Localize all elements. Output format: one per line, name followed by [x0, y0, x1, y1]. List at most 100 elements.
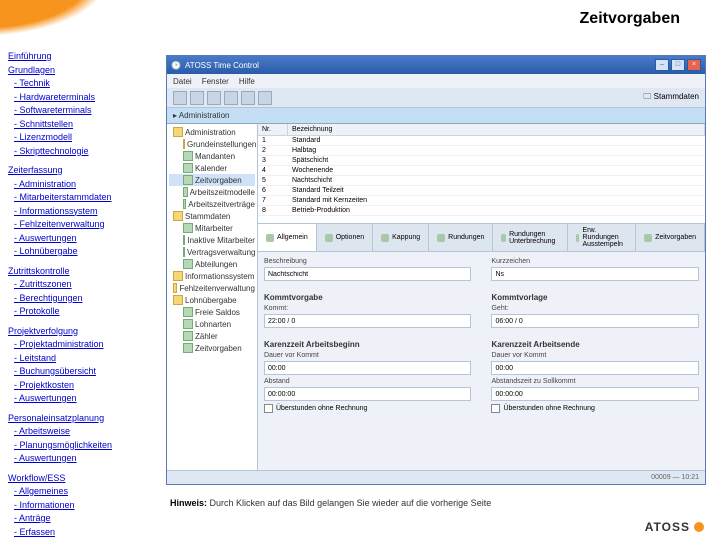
nav-section-head[interactable]: Workflow/ESS: [8, 472, 158, 486]
list-row[interactable]: 5Nachtschicht: [258, 176, 705, 186]
nav-section-head[interactable]: Grundlagen: [8, 64, 158, 78]
nav-section-head[interactable]: Personaleinsatzplanung: [8, 412, 158, 426]
kb-label: Kommt:: [264, 305, 472, 312]
nav-item[interactable]: Administration: [8, 178, 158, 192]
col-nr[interactable]: Nr.: [258, 124, 288, 135]
nav-item[interactable]: Informationssystem: [8, 205, 158, 219]
tab[interactable]: Erw. Rundungen Ausstempeln: [568, 224, 636, 251]
checkbox[interactable]: [264, 404, 273, 413]
list-row[interactable]: 3Spätschicht: [258, 156, 705, 166]
list-row[interactable]: 8Betrieb-Produktion: [258, 206, 705, 216]
list-row[interactable]: 6Standard Teilzeit: [258, 186, 705, 196]
nav-intro[interactable]: Einführung: [8, 50, 158, 64]
toolbar-stammdaten[interactable]: 🗀 Stammdaten: [643, 91, 699, 105]
tree-item[interactable]: Kalender: [169, 162, 255, 174]
tab[interactable]: Rundungen Unterbrechung: [493, 224, 567, 251]
nav-item[interactable]: Projektadministration: [8, 338, 158, 352]
nav-item[interactable]: Auswertungen: [8, 452, 158, 466]
kb-input[interactable]: [264, 314, 472, 328]
nav-item[interactable]: Buchungsübersicht: [8, 365, 158, 379]
nav-item[interactable]: Technik: [8, 77, 158, 91]
tree-item[interactable]: Arbeitszeitmodelle: [169, 186, 255, 198]
desc-input[interactable]: [264, 267, 472, 281]
tree-item[interactable]: Vertragsverwaltung: [169, 246, 255, 258]
tree-item[interactable]: Abteilungen: [169, 258, 255, 270]
toolbar-icon[interactable]: [207, 91, 221, 105]
nav-item[interactable]: Allgemeines: [8, 485, 158, 499]
nav-item[interactable]: Anträge: [8, 512, 158, 526]
nav-item[interactable]: Lohnübergabe: [8, 245, 158, 259]
tree-item[interactable]: Stammdaten: [169, 210, 255, 222]
cell-name: Spätschicht: [288, 156, 705, 165]
toolbar-icon[interactable]: [241, 91, 255, 105]
col-name[interactable]: Bezeichnung: [288, 124, 705, 135]
nav-item[interactable]: Informationen: [8, 499, 158, 513]
maximize-button[interactable]: □: [671, 59, 685, 71]
menu-window[interactable]: Fenster: [202, 77, 229, 86]
tree-item[interactable]: Zähler: [169, 330, 255, 342]
nav-item[interactable]: Planungsmöglichkeiten: [8, 439, 158, 453]
tree-item[interactable]: Arbeitszeitverträge: [169, 198, 255, 210]
menu-help[interactable]: Hilfe: [239, 77, 255, 86]
nav-item[interactable]: Schnittstellen: [8, 118, 158, 132]
nav-item[interactable]: Mitarbeiterstammdaten: [8, 191, 158, 205]
toolbar-icon[interactable]: [173, 91, 187, 105]
list-panel[interactable]: Nr. Bezeichnung 1Standard2Halbtag3Spätsc…: [258, 124, 705, 224]
ke-input[interactable]: [491, 314, 699, 328]
list-row[interactable]: 1Standard: [258, 136, 705, 146]
tree-item[interactable]: Administration: [169, 126, 255, 138]
tree-item[interactable]: Lohnübergabe: [169, 294, 255, 306]
menu-file[interactable]: Datei: [173, 77, 192, 86]
tree-item[interactable]: Mitarbeiter: [169, 222, 255, 234]
abst-input[interactable]: [264, 387, 472, 401]
nav-item[interactable]: Erfassen: [8, 526, 158, 540]
kurz-input[interactable]: [491, 267, 699, 281]
tab[interactable]: Zeitvorgaben: [636, 224, 705, 251]
dnk-input[interactable]: [264, 361, 472, 375]
toolbar-icon[interactable]: [258, 91, 272, 105]
nav-section-head[interactable]: Zutrittskontrolle: [8, 265, 158, 279]
cell-nr: 1: [258, 136, 288, 145]
list-row[interactable]: 4Wochenende: [258, 166, 705, 176]
abst-input2[interactable]: [491, 387, 699, 401]
nav-item[interactable]: Auswertungen: [8, 392, 158, 406]
tree-item[interactable]: Lohnarten: [169, 318, 255, 330]
tree-label: Stammdaten: [185, 212, 230, 221]
tab[interactable]: Rundungen: [429, 224, 493, 251]
nav-item[interactable]: Softwareterminals: [8, 104, 158, 118]
toolbar-icon[interactable]: [190, 91, 204, 105]
list-row[interactable]: 7Standard mit Kernzeiten: [258, 196, 705, 206]
tree-panel[interactable]: AdministrationGrundeinstellungenMandante…: [167, 124, 258, 470]
tree-item[interactable]: Informationssystem: [169, 270, 255, 282]
dnk-input2[interactable]: [491, 361, 699, 375]
close-button[interactable]: ×: [687, 59, 701, 71]
nav-item[interactable]: Projektkosten: [8, 379, 158, 393]
minimize-button[interactable]: –: [655, 59, 669, 71]
nav-item[interactable]: Protokolle: [8, 305, 158, 319]
nav-item[interactable]: Skripttechnologie: [8, 145, 158, 159]
tree-item[interactable]: Zeitvorgaben: [169, 174, 255, 186]
toolbar-icon[interactable]: [224, 91, 238, 105]
nav-item[interactable]: Fehlzeitenverwaltung: [8, 218, 158, 232]
nav-item[interactable]: Zutrittszonen: [8, 278, 158, 292]
list-row[interactable]: 2Halbtag: [258, 146, 705, 156]
nav-section-head[interactable]: Projektverfolgung: [8, 325, 158, 339]
nav-item[interactable]: Hardwareterminals: [8, 91, 158, 105]
tree-item[interactable]: Fehlzeitenverwaltung: [169, 282, 255, 294]
tree-item[interactable]: Grundeinstellungen: [169, 138, 255, 150]
tree-item[interactable]: Inaktive Mitarbeiter: [169, 234, 255, 246]
nav-section-head[interactable]: Zeiterfassung: [8, 164, 158, 178]
tab[interactable]: Kappung: [373, 224, 429, 251]
tree-item[interactable]: Freie Saldos: [169, 306, 255, 318]
tree-item[interactable]: Zeitvorgaben: [169, 342, 255, 354]
nav-item[interactable]: Leitstand: [8, 352, 158, 366]
nav-item[interactable]: Lizenzmodell: [8, 131, 158, 145]
checkbox[interactable]: [491, 404, 500, 413]
tab[interactable]: Allgemein: [258, 224, 317, 251]
tab[interactable]: Optionen: [317, 224, 373, 251]
nav-item[interactable]: Auswertungen: [8, 232, 158, 246]
tree-item[interactable]: Mandanten: [169, 150, 255, 162]
nav-item[interactable]: Arbeitsweise: [8, 425, 158, 439]
nav-item[interactable]: Berechtigungen: [8, 292, 158, 306]
cell-name: Standard: [288, 136, 705, 145]
